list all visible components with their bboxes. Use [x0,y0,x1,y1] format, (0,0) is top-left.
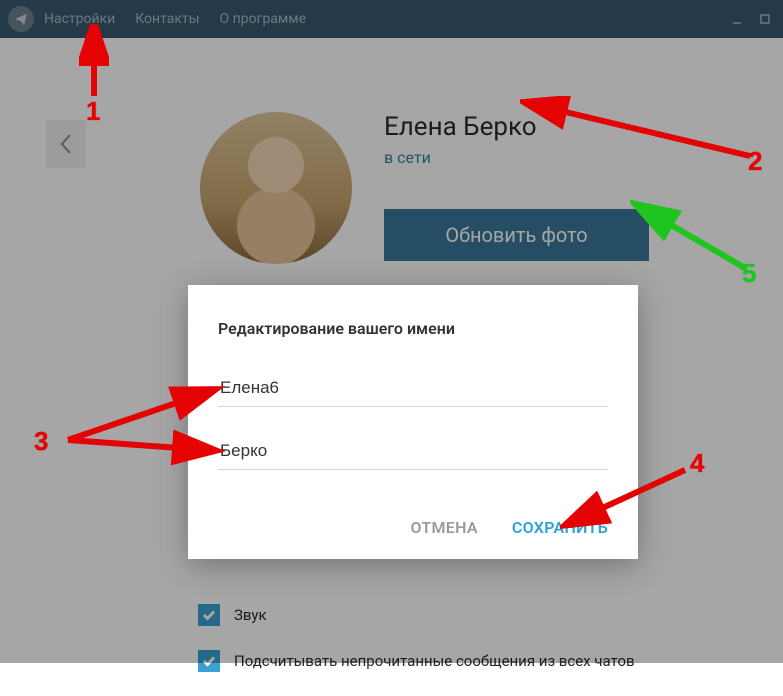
first-name-input[interactable] [218,370,608,407]
save-button[interactable]: СОХРАНИТЬ [512,518,608,537]
cancel-button[interactable]: ОТМЕНА [410,518,477,537]
edit-name-dialog: Редактирование вашего имени ОТМЕНА СОХРА… [188,285,638,559]
dialog-title: Редактирование вашего имени [218,319,608,338]
last-name-input[interactable] [218,433,608,470]
